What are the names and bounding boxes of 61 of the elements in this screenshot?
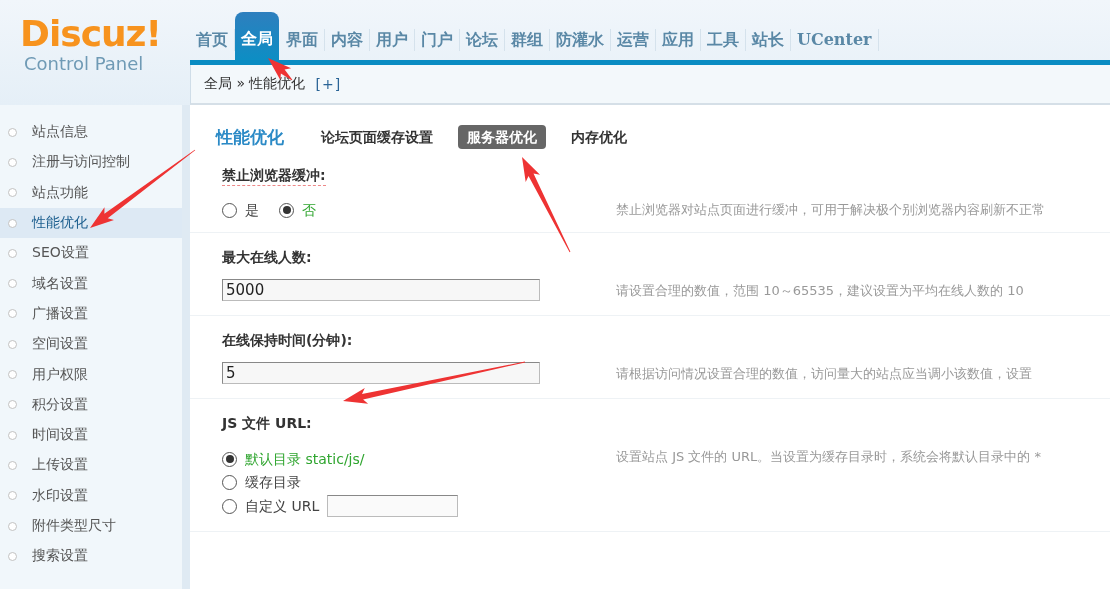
- nav-tab[interactable]: 全局: [235, 12, 279, 60]
- sidebar-item[interactable]: SEO设置: [0, 238, 182, 269]
- setting-label: 禁止浏览器缓冲:: [222, 165, 326, 186]
- logo-title: Discuz!: [20, 14, 161, 54]
- bullet-icon: [8, 521, 17, 531]
- sidebar-item[interactable]: 用户权限: [0, 359, 182, 390]
- setting-label: 在线保持时间(分钟):: [222, 331, 353, 350]
- breadcrumb: 全局 » 性能优化: [204, 75, 306, 93]
- radio-button[interactable]: [279, 202, 294, 218]
- option-label: 自定义 URL: [245, 497, 320, 516]
- bullet-icon: [8, 339, 17, 349]
- sidebar-item[interactable]: 站点信息: [0, 117, 182, 148]
- option-label: 缓存目录: [245, 473, 301, 492]
- radio-button[interactable]: [222, 202, 237, 218]
- option-label: 是: [245, 201, 259, 220]
- bullet-icon: [8, 248, 17, 258]
- section-tab[interactable]: 服务器优化: [458, 125, 546, 149]
- sidebar-item[interactable]: 站点功能: [0, 177, 182, 208]
- setting-description: 请设置合理的数值，范围 10～65535，建议设置为平均在线人数的 10: [616, 282, 1025, 300]
- radio-button[interactable]: [222, 451, 237, 467]
- text-field[interactable]: 5000: [222, 279, 540, 301]
- logo-subtitle: Control Panel: [24, 54, 144, 74]
- sidebar-item[interactable]: 空间设置: [0, 329, 182, 360]
- sidebar-item[interactable]: 域名设置: [0, 268, 182, 299]
- bullet-icon: [8, 218, 17, 228]
- bullet-icon: [8, 188, 17, 198]
- section-tab[interactable]: 内存优化: [562, 125, 636, 149]
- setting-label: JS 文件 URL:: [222, 414, 312, 433]
- bullet-icon: [8, 400, 17, 410]
- bullet-icon: [8, 491, 17, 501]
- sidebar-item[interactable]: 积分设置: [0, 389, 182, 420]
- sidebar-item[interactable]: 性能优化: [0, 207, 182, 239]
- bullet-icon: [8, 430, 17, 440]
- sidebar-item[interactable]: 水印设置: [0, 480, 182, 511]
- page-title: 性能优化: [216, 126, 284, 149]
- nav-tab[interactable]: 论坛: [460, 29, 505, 51]
- bullet-icon: [8, 551, 17, 561]
- radio-button[interactable]: [222, 498, 237, 514]
- bullet-icon: [8, 370, 17, 379]
- setting-description: 禁止浏览器对站点页面进行缓冲，可用于解决极个别浏览器内容刷新不正常: [616, 201, 1046, 219]
- setting-description: 设置站点 JS 文件的 URL。当设置为缓存目录时，系统会将默认目录中的 *: [616, 448, 1042, 466]
- bullet-icon: [8, 279, 17, 289]
- section-tab[interactable]: 论坛页面缓存设置: [312, 125, 442, 149]
- url-field[interactable]: [327, 495, 459, 517]
- option-label: 默认目录 static/js/: [245, 450, 365, 469]
- setting-description: 请根据访问情况设置合理的数值，访问量大的站点应当调小该数值，设置: [616, 365, 1033, 383]
- option-label: 否: [302, 201, 316, 220]
- bullet-icon: [8, 460, 17, 470]
- radio-button[interactable]: [222, 474, 237, 490]
- text-field[interactable]: 5: [222, 362, 540, 384]
- setting-label: 最大在线人数:: [222, 248, 312, 267]
- sidebar-item[interactable]: 搜索设置: [0, 541, 182, 572]
- sidebar-item[interactable]: 广播设置: [0, 298, 182, 330]
- bullet-icon: [8, 157, 17, 167]
- expand-link[interactable]: [+]: [315, 76, 342, 92]
- bullet-icon: [8, 309, 17, 319]
- sidebar-item[interactable]: 附件类型尺寸: [0, 510, 182, 542]
- sidebar-item[interactable]: 注册与访问控制: [0, 147, 182, 178]
- sidebar-item[interactable]: 时间设置: [0, 419, 182, 451]
- bullet-icon: [8, 127, 17, 137]
- sidebar-item[interactable]: 上传设置: [0, 450, 182, 481]
